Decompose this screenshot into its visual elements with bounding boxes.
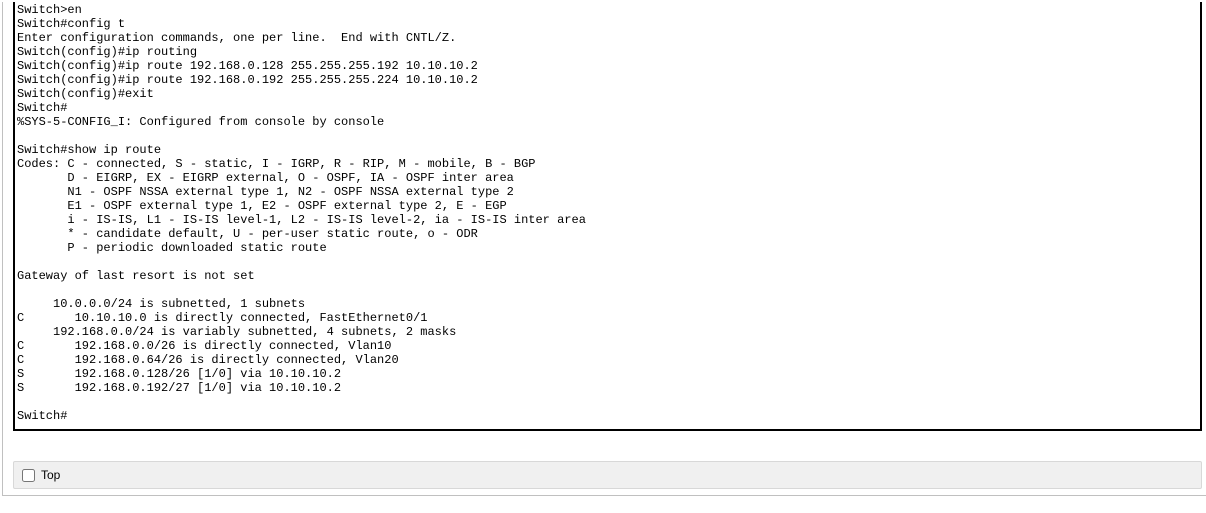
terminal-output[interactable]: Switch>en Switch#config t Enter configur… [17, 3, 1194, 423]
terminal-output-box: Switch>en Switch#config t Enter configur… [13, 2, 1202, 431]
footer-bar: Top [13, 461, 1202, 489]
top-checkbox-label[interactable]: Top [41, 468, 60, 482]
top-checkbox[interactable] [22, 469, 35, 482]
window-frame: Switch>en Switch#config t Enter configur… [2, 2, 1206, 496]
